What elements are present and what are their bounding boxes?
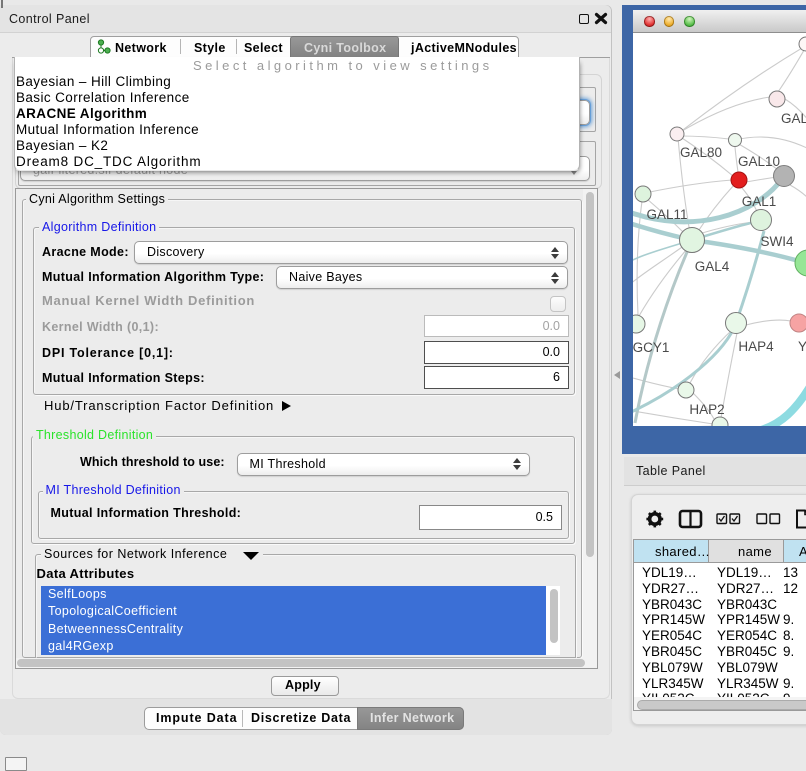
svg-text:Y: Y xyxy=(798,339,806,354)
svg-text:SWI4: SWI4 xyxy=(760,234,793,249)
svg-text:HAP4: HAP4 xyxy=(738,339,774,354)
svg-text:GCY1: GCY1 xyxy=(633,340,669,355)
svg-text:GAL11: GAL11 xyxy=(646,207,687,222)
svg-text:GAL7: GAL7 xyxy=(781,111,806,126)
svg-text:GAL4: GAL4 xyxy=(695,259,730,274)
svg-text:HAP2: HAP2 xyxy=(689,402,724,417)
svg-text:GAL10: GAL10 xyxy=(738,154,780,169)
svg-text:GAL80: GAL80 xyxy=(680,145,722,160)
svg-text:GAL1: GAL1 xyxy=(742,194,777,209)
